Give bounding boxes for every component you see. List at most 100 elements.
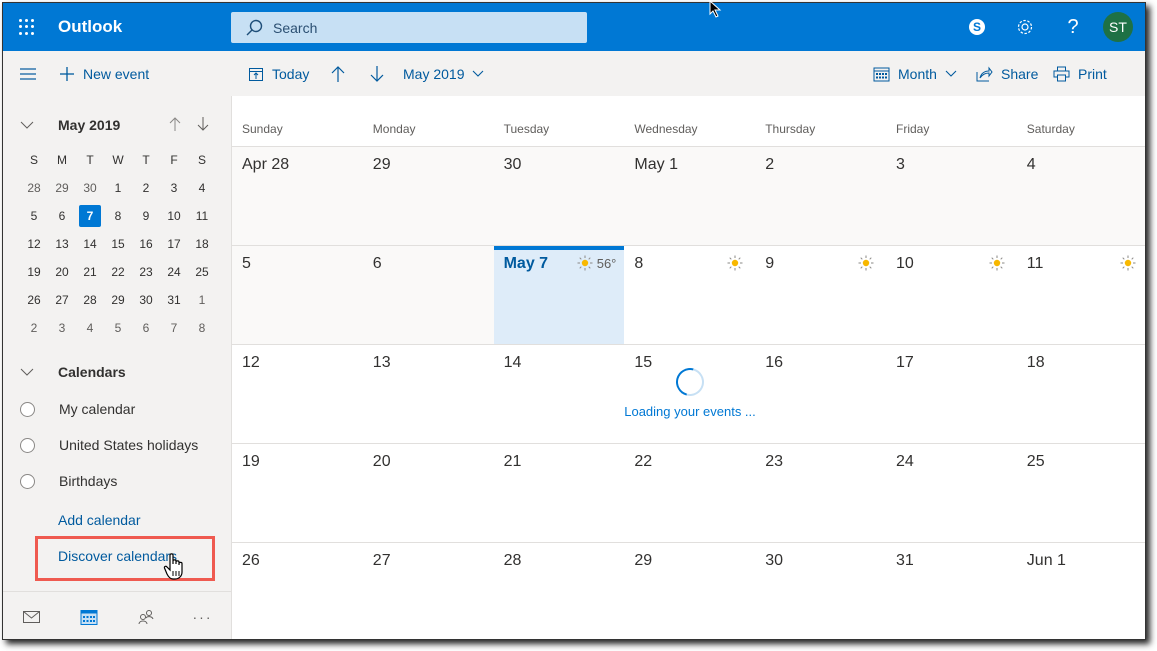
day-cell[interactable]: 21 <box>494 444 625 543</box>
calendar-item-birthdays[interactable]: Birthdays <box>3 466 231 496</box>
day-cell[interactable]: 23 <box>755 444 886 543</box>
mini-day[interactable]: 5 <box>20 202 48 230</box>
day-cell[interactable]: 29 <box>362 147 494 246</box>
previous-month-button[interactable] <box>330 51 354 96</box>
mini-day[interactable]: 4 <box>76 314 104 342</box>
calendar-toggle[interactable] <box>20 473 35 489</box>
day-cell-today[interactable]: May 7 56° <box>493 246 625 345</box>
more-icon[interactable]: ··· <box>174 592 231 639</box>
mini-day[interactable]: 1 <box>188 286 216 314</box>
day-cell[interactable]: 27 <box>363 543 494 639</box>
day-cell[interactable]: 4 <box>1016 147 1145 246</box>
hamburger-icon[interactable] <box>19 51 45 96</box>
mini-day[interactable]: 6 <box>48 202 76 230</box>
mini-day[interactable]: 10 <box>160 202 188 230</box>
day-cell[interactable]: 31 <box>886 543 1017 639</box>
add-calendar-link[interactable]: Add calendar <box>58 512 141 528</box>
people-icon[interactable] <box>117 592 174 639</box>
day-cell[interactable]: May 1 <box>624 147 756 246</box>
day-cell[interactable]: 20 <box>363 444 494 543</box>
today-button[interactable]: Today <box>248 51 309 96</box>
calendars-header[interactable]: Calendars <box>3 361 231 383</box>
day-cell[interactable]: 30 <box>493 147 625 246</box>
mini-day[interactable]: 6 <box>132 314 160 342</box>
mini-day[interactable]: 27 <box>48 286 76 314</box>
mini-day[interactable]: 7 <box>160 314 188 342</box>
mini-day[interactable]: 3 <box>48 314 76 342</box>
day-cell[interactable]: 6 <box>362 246 494 345</box>
mini-day[interactable]: 8 <box>188 314 216 342</box>
mini-day[interactable]: 25 <box>188 258 216 286</box>
mini-day[interactable]: 22 <box>104 258 132 286</box>
mini-day[interactable]: 24 <box>160 258 188 286</box>
day-cell[interactable]: 26 <box>232 543 363 639</box>
day-cell[interactable]: 28 <box>494 543 625 639</box>
mini-day[interactable]: 31 <box>160 286 188 314</box>
day-cell[interactable]: Apr 28 <box>232 147 363 246</box>
help-icon[interactable]: ? <box>1049 3 1097 51</box>
day-cell[interactable]: 2 <box>755 147 886 246</box>
day-cell[interactable]: 19 <box>232 444 363 543</box>
calendar-toggle[interactable] <box>20 401 35 417</box>
weather-forecast[interactable] <box>1120 255 1140 271</box>
mini-day[interactable]: 1 <box>104 174 132 202</box>
weather-forecast[interactable] <box>989 255 1009 271</box>
next-month-button[interactable] <box>369 51 393 96</box>
mini-day[interactable]: 26 <box>20 286 48 314</box>
mini-day[interactable]: 2 <box>20 314 48 342</box>
mini-day[interactable]: 20 <box>48 258 76 286</box>
mini-day[interactable]: 12 <box>20 230 48 258</box>
day-cell[interactable]: 29 <box>624 543 755 639</box>
mini-day[interactable]: 9 <box>132 202 160 230</box>
calendar-item-us-holidays[interactable]: United States holidays <box>3 430 231 460</box>
day-cell[interactable]: 5 <box>232 246 363 345</box>
share-button[interactable]: Share <box>976 51 1038 96</box>
mini-day[interactable]: 29 <box>48 174 76 202</box>
day-cell[interactable]: 9 <box>755 246 886 345</box>
day-cell[interactable]: 8 <box>624 246 755 345</box>
weather-forecast[interactable]: 56° <box>577 255 616 271</box>
mini-day[interactable]: 18 <box>188 230 216 258</box>
search-box[interactable]: Search <box>231 12 587 43</box>
calendar-toggle[interactable] <box>20 437 35 453</box>
calendar-item-my-calendar[interactable]: My calendar <box>3 394 231 424</box>
mini-day[interactable]: 15 <box>104 230 132 258</box>
day-cell[interactable]: 17 <box>886 345 1017 444</box>
arrow-down-icon[interactable] <box>196 116 210 132</box>
app-title[interactable]: Outlook <box>58 17 122 37</box>
arrow-up-icon[interactable] <box>168 116 182 132</box>
avatar[interactable]: ST <box>1103 12 1133 42</box>
mini-day[interactable]: 21 <box>76 258 104 286</box>
day-cell[interactable]: 25 <box>1017 444 1145 543</box>
day-cell[interactable]: 11 <box>1017 246 1145 345</box>
mini-day[interactable]: 29 <box>104 286 132 314</box>
day-cell[interactable]: 10 <box>886 246 1017 345</box>
mini-day[interactable]: 28 <box>76 286 104 314</box>
view-switcher[interactable]: Month <box>873 51 957 96</box>
mini-day[interactable]: 28 <box>20 174 48 202</box>
day-cell[interactable]: 30 <box>755 543 886 639</box>
collapse-chevron-icon[interactable] <box>20 121 34 129</box>
skype-icon[interactable]: S <box>953 3 1001 51</box>
mini-day[interactable]: 3 <box>160 174 188 202</box>
mini-day[interactable]: 7 <box>79 205 101 227</box>
day-cell[interactable]: 24 <box>886 444 1017 543</box>
month-picker[interactable]: May 2019 <box>403 51 484 96</box>
app-launcher-icon[interactable] <box>17 17 37 37</box>
calendar-icon[interactable] <box>60 592 117 639</box>
day-cell[interactable]: 14 <box>494 345 625 444</box>
mini-day[interactable]: 30 <box>76 174 104 202</box>
day-cell[interactable]: 22 <box>624 444 755 543</box>
weather-forecast[interactable] <box>858 255 878 271</box>
mini-day[interactable]: 8 <box>104 202 132 230</box>
day-cell[interactable]: 18 <box>1017 345 1145 444</box>
day-cell[interactable]: 3 <box>886 147 1017 246</box>
gear-icon[interactable] <box>1001 3 1049 51</box>
mail-icon[interactable] <box>3 592 60 639</box>
mini-day[interactable]: 5 <box>104 314 132 342</box>
mini-day[interactable]: 30 <box>132 286 160 314</box>
mini-day[interactable]: 17 <box>160 230 188 258</box>
day-cell[interactable]: 12 <box>232 345 363 444</box>
day-cell[interactable]: 13 <box>363 345 494 444</box>
day-cell[interactable]: 16 <box>755 345 886 444</box>
